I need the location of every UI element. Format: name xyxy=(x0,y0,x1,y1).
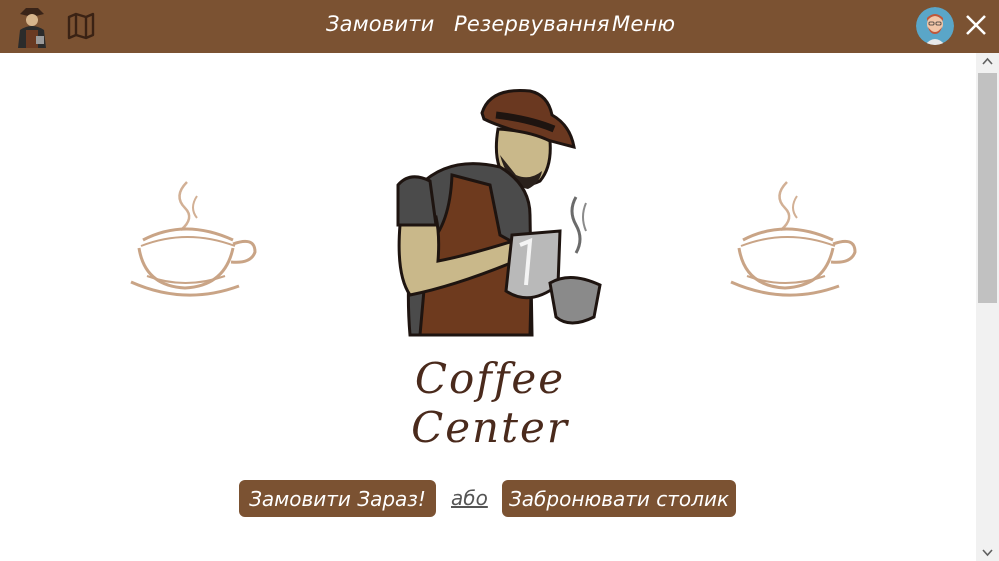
nav-order[interactable]: Замовити xyxy=(326,12,435,36)
brand-title: Coffee Center xyxy=(411,354,569,452)
nav-reservation[interactable]: Резервування xyxy=(454,12,610,36)
close-icon[interactable] xyxy=(962,10,990,40)
scroll-up-arrow-icon[interactable] xyxy=(976,53,999,71)
barista-logo-icon[interactable] xyxy=(12,4,50,50)
top-navbar: Замовити Резервування Меню xyxy=(0,0,999,53)
or-link[interactable]: або xyxy=(451,486,488,510)
map-icon[interactable] xyxy=(67,12,95,40)
vertical-scrollbar[interactable] xyxy=(976,53,999,561)
scroll-thumb[interactable] xyxy=(978,73,997,303)
coffee-cup-icon xyxy=(730,181,857,297)
scroll-down-arrow-icon[interactable] xyxy=(976,543,999,561)
avatar-icon[interactable] xyxy=(916,7,954,45)
coffee-cup-icon xyxy=(130,181,257,297)
reserve-table-button[interactable]: Забронювати столик xyxy=(502,480,736,517)
barista-illustration xyxy=(396,88,602,337)
order-now-button[interactable]: Замовити Зараз! xyxy=(239,480,436,517)
nav-menu[interactable]: Меню xyxy=(612,12,675,36)
